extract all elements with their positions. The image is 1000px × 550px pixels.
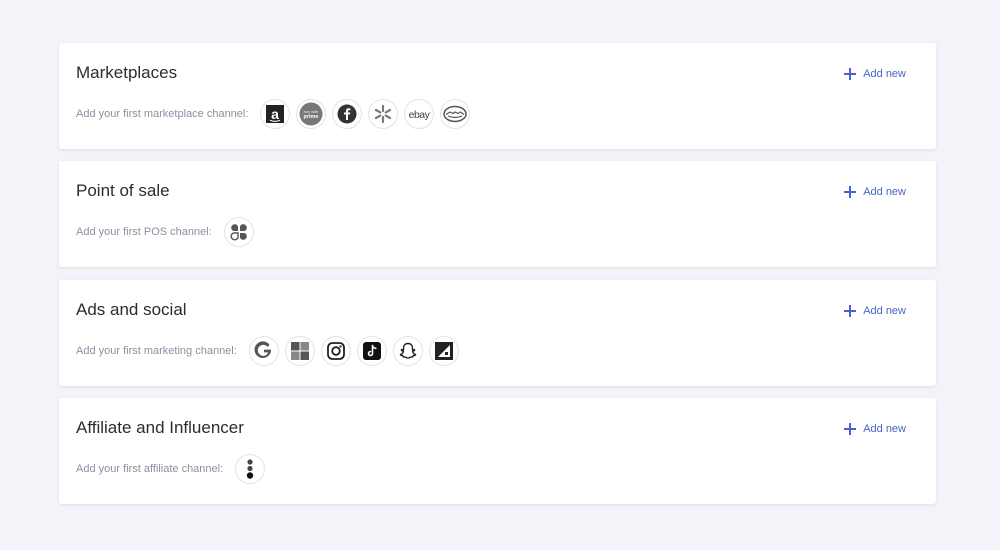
- amazon-icon[interactable]: a: [260, 99, 291, 129]
- section-title: Affiliate and Influencer: [76, 418, 244, 437]
- add-new-label: Add new: [863, 423, 906, 435]
- mercado-libre-icon[interactable]: [440, 99, 471, 129]
- channel-hint: Add your first marketing channel:: [76, 345, 237, 357]
- walmart-icon[interactable]: [368, 99, 399, 129]
- add-new-label: Add new: [863, 305, 906, 317]
- channel-icons: [223, 217, 254, 247]
- affiliate-icon[interactable]: [235, 454, 266, 484]
- section-title: Point of sale: [76, 181, 170, 200]
- channel-icons: a buy with prime ebay: [260, 99, 471, 129]
- instagram-icon[interactable]: [320, 336, 351, 366]
- plus-icon: [843, 185, 857, 199]
- point-of-sale-card: Point of sale Add new Add your first POS…: [59, 161, 936, 267]
- buy-with-prime-icon[interactable]: buy with prime: [296, 99, 327, 129]
- add-new-pos-button[interactable]: Add new: [843, 185, 906, 199]
- channel-row: Add your first marketing channel:: [76, 335, 459, 367]
- ads-and-social-card: Ads and social Add new Add your first ma…: [59, 280, 936, 386]
- add-new-label: Add new: [863, 186, 906, 198]
- add-new-marketplace-button[interactable]: Add new: [843, 67, 906, 81]
- tiktok-icon[interactable]: [356, 336, 387, 366]
- affiliate-and-influencer-card: Affiliate and Influencer Add new Add you…: [59, 398, 936, 504]
- channel-row: Add your first POS channel:: [76, 216, 254, 248]
- channel-hint: Add your first POS channel:: [76, 226, 212, 238]
- channel-row: Add your first affiliate channel:: [76, 453, 266, 485]
- plus-icon: [843, 304, 857, 318]
- microsoft-icon[interactable]: [284, 336, 315, 366]
- channel-icons: [248, 336, 459, 366]
- ebay-icon[interactable]: ebay: [404, 99, 435, 129]
- add-new-marketing-button[interactable]: Add new: [843, 304, 906, 318]
- section-title: Ads and social: [76, 300, 187, 319]
- svg-text:prime: prime: [304, 114, 319, 120]
- channel-row: Add your first marketplace channel: a bu…: [76, 98, 471, 130]
- channel-hint: Add your first marketplace channel:: [76, 108, 249, 120]
- square-pos-icon[interactable]: [223, 217, 254, 247]
- marketplaces-card: Marketplaces Add new Add your first mark…: [59, 43, 936, 149]
- google-icon[interactable]: [248, 336, 279, 366]
- add-new-label: Add new: [863, 68, 906, 80]
- plus-icon: [843, 67, 857, 81]
- add-new-affiliate-button[interactable]: Add new: [843, 422, 906, 436]
- section-title: Marketplaces: [76, 63, 178, 82]
- svg-text:ebay: ebay: [409, 109, 431, 121]
- svg-text:a: a: [272, 106, 280, 122]
- snapchat-icon[interactable]: [392, 336, 423, 366]
- plus-icon: [843, 422, 857, 436]
- pinterest-icon[interactable]: [428, 336, 459, 366]
- channel-hint: Add your first affiliate channel:: [76, 463, 224, 475]
- channel-icons: [235, 454, 266, 484]
- facebook-icon[interactable]: [332, 99, 363, 129]
